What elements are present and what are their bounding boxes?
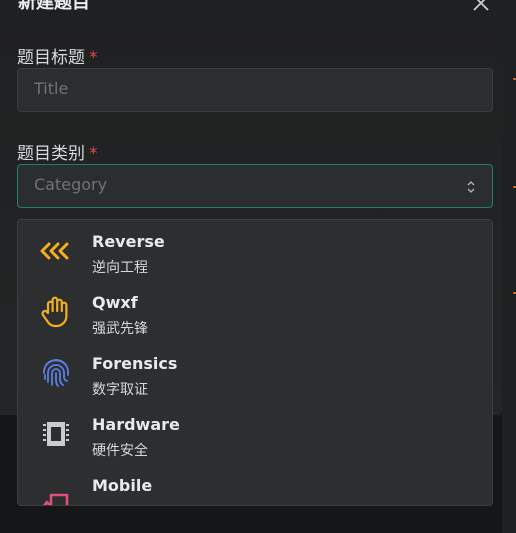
- category-label-text: 题目类别: [17, 144, 85, 164]
- close-icon: [473, 0, 489, 11]
- title-label: 题目标题 *: [17, 43, 98, 68]
- background-page: [502, 0, 516, 533]
- option-name: Qwxf: [92, 293, 138, 312]
- option-desc: 数字取证: [92, 382, 148, 398]
- category-label: 题目类别 *: [17, 139, 98, 164]
- close-button[interactable]: [470, 0, 492, 14]
- option-desc: 强武先锋: [92, 321, 148, 337]
- category-option-reverse[interactable]: Reverse 逆向工程: [18, 221, 492, 282]
- category-option-mobile[interactable]: Mobile: [18, 465, 492, 505]
- option-name: Hardware: [92, 415, 180, 434]
- chip-icon: [38, 416, 74, 452]
- category-select[interactable]: Category: [17, 164, 493, 208]
- option-name: Reverse: [92, 232, 165, 251]
- option-desc: 逆向工程: [92, 260, 148, 276]
- fingerprint-icon: [38, 355, 74, 391]
- title-placeholder: Title: [34, 79, 69, 98]
- category-dropdown: Reverse 逆向工程 Qwxf 强武先锋 Forensics 数字取证 Ha…: [17, 219, 493, 506]
- category-option-forensics[interactable]: Forensics 数字取证: [18, 343, 492, 404]
- option-name: Forensics: [92, 354, 178, 373]
- hand-icon: [38, 294, 74, 330]
- required-mark: *: [89, 48, 98, 68]
- option-desc: 硬件安全: [92, 443, 148, 459]
- title-input[interactable]: Title: [17, 68, 493, 112]
- category-option-hardware[interactable]: Hardware 硬件安全: [18, 404, 492, 465]
- select-chevron-icon: [467, 181, 475, 193]
- title-label-text: 题目标题: [17, 48, 85, 68]
- category-option-qwxf[interactable]: Qwxf 强武先锋: [18, 282, 492, 343]
- option-name: Mobile: [92, 476, 153, 495]
- category-placeholder: Category: [34, 175, 108, 194]
- modal-title: 新建题目: [18, 0, 90, 13]
- required-mark: *: [89, 144, 98, 164]
- chevrons-left-icon: [38, 233, 74, 269]
- device-mobile-icon: [38, 477, 74, 505]
